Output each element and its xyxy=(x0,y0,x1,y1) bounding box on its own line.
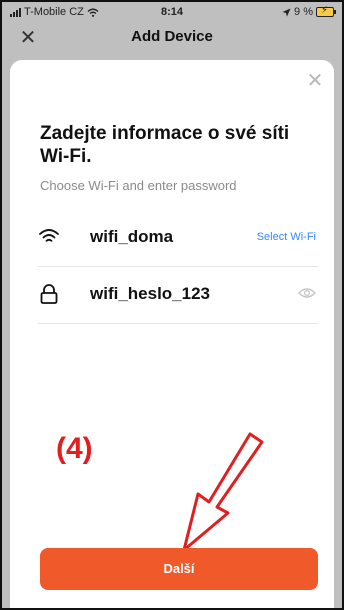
location-icon xyxy=(282,8,291,16)
battery-percentage: 9 % xyxy=(294,6,313,18)
next-button[interactable]: Další xyxy=(40,548,318,590)
close-icon[interactable]: ✕ xyxy=(304,70,326,92)
page-title: Add Device xyxy=(131,28,213,45)
wifi-network-row[interactable]: wifi_doma Select Wi-Fi xyxy=(38,210,318,267)
status-bar: T-Mobile CZ 8:14 9 % ⚡ xyxy=(2,2,342,22)
phone-screen: T-Mobile CZ 8:14 9 % ⚡ ✕ Add Device ✕ Za… xyxy=(0,0,344,610)
lock-icon xyxy=(40,284,58,304)
sheet-heading: Zadejte informace o své síti Wi-Fi. xyxy=(40,123,290,167)
wifi-ssid-value: wifi_doma xyxy=(90,227,174,246)
battery-charging-icon: ⚡ xyxy=(316,5,336,17)
sheet-subheading: Choose Wi-Fi and enter password xyxy=(40,178,237,193)
wifi-password-row[interactable]: wifi_heslo_123 xyxy=(38,267,318,324)
wifi-setup-sheet: ✕ Zadejte informace o své síti Wi-Fi. Ch… xyxy=(10,60,334,608)
wifi-password-value: wifi_heslo_123 xyxy=(90,284,211,303)
eye-icon[interactable] xyxy=(298,286,316,300)
select-wifi-link[interactable]: Select Wi-Fi xyxy=(257,231,316,243)
step-annotation: (4) xyxy=(56,432,93,465)
wifi-icon xyxy=(39,229,59,242)
status-bar-right: 9 % ⚡ xyxy=(282,5,336,18)
top-navigation: ✕ Add Device xyxy=(2,22,342,60)
